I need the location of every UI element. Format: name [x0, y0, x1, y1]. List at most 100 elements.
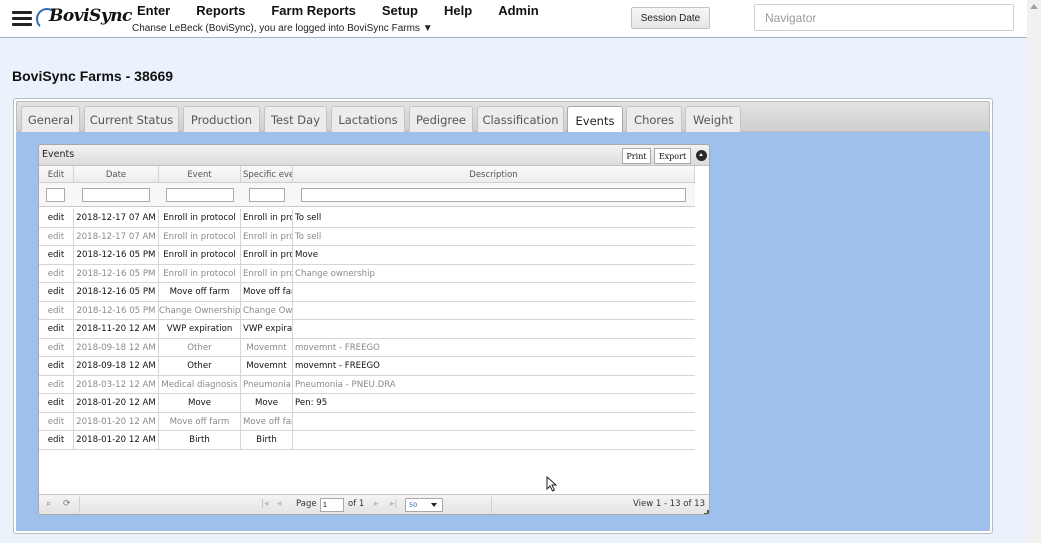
description-cell: Pneumonia - PNEU.DRA [295, 379, 396, 390]
table-row[interactable]: edit 2018-09-18 12 AM Other Movemnt movemnt … [39, 357, 695, 376]
event-type-cell: Move off farm [159, 283, 241, 301]
table-row[interactable]: edit 2018-11-20 12 AM VWP expiration VWP ex… [39, 320, 695, 339]
column-header-specific-event[interactable]: Specific eve [241, 166, 293, 183]
filter-date-input[interactable] [82, 188, 150, 202]
grid-title: Events [42, 149, 75, 160]
event-type-cell: VWP expiration [159, 320, 241, 338]
edit-link[interactable]: edit [39, 320, 74, 338]
table-row[interactable]: edit 2018-12-17 07 AM Enroll in protocol En… [39, 209, 695, 228]
main-menu: Enter Reports Farm Reports Setup Help Ad… [137, 3, 565, 18]
tab-lactations[interactable]: Lactations [331, 106, 405, 133]
page-number-input[interactable] [320, 498, 344, 512]
edit-link[interactable]: edit [39, 431, 74, 449]
login-info-dropdown[interactable]: Chanse LeBeck (BoviSync), you are logged… [132, 23, 433, 34]
event-type-cell: Change Ownership [159, 301, 241, 320]
column-header-date[interactable]: Date [74, 166, 159, 183]
edit-link[interactable]: edit [39, 338, 74, 357]
animal-tabs-container: General Current Status Production Test D… [13, 98, 993, 534]
view-records-text: View 1 - 13 of 13 [633, 499, 705, 509]
event-date-cell: 2018-09-18 12 AM [74, 338, 159, 357]
rows-per-page-select[interactable]: 50 [405, 498, 443, 512]
tab-events[interactable]: Events [567, 106, 623, 134]
resize-grip-icon[interactable] [704, 510, 709, 514]
edit-link[interactable]: edit [39, 301, 74, 320]
export-button[interactable]: Export [654, 148, 691, 164]
table-row[interactable]: edit 2018-01-20 12 AM Birth Birth [39, 431, 695, 450]
menu-help[interactable]: Help [444, 3, 472, 18]
edit-link[interactable]: edit [39, 357, 74, 375]
column-header-event[interactable]: Event [159, 166, 241, 183]
menu-farm-reports[interactable]: Farm Reports [271, 3, 356, 18]
filter-event-input[interactable] [166, 188, 234, 202]
table-row[interactable]: edit 2018-01-20 12 AM Move Move Pen: 95 [39, 394, 695, 413]
first-page-icon[interactable]: |◂ [261, 499, 269, 509]
hamburger-menu-icon[interactable] [12, 11, 32, 27]
table-row[interactable]: edit 2018-09-18 12 AM Other Movemnt movemnt … [39, 338, 695, 357]
description-cell: movemnt - FREEGO [295, 361, 380, 371]
navigator-input[interactable] [754, 4, 1014, 31]
column-header-description[interactable]: Description [293, 166, 695, 183]
rows-per-page-value: 50 [409, 501, 418, 509]
session-date-button[interactable]: Session Date [631, 7, 710, 29]
grid-filter-row [39, 183, 695, 207]
table-row[interactable]: edit 2018-12-17 07 AM Enroll in protocol En… [39, 227, 695, 246]
specific-event-cell: Change Own [241, 301, 293, 320]
tab-weight[interactable]: Weight [685, 106, 741, 133]
table-row[interactable]: edit 2018-12-16 05 PM Enroll in protocol En… [39, 264, 695, 283]
event-date-cell: 2018-12-16 05 PM [74, 246, 159, 264]
event-date-cell: 2018-12-16 05 PM [74, 283, 159, 301]
filter-edit-input[interactable] [46, 188, 65, 202]
last-page-icon[interactable]: ▸| [390, 499, 398, 509]
refresh-icon[interactable]: ⟳ [63, 499, 71, 509]
column-header-edit[interactable]: Edit [39, 166, 74, 183]
tab-pedigree[interactable]: Pedigree [409, 106, 473, 133]
collapse-grid-icon[interactable] [696, 150, 707, 161]
grid-header-row: Edit Date Event Specific eve Description [39, 166, 695, 183]
menu-admin[interactable]: Admin [498, 3, 538, 18]
edit-link[interactable]: edit [39, 227, 74, 246]
events-grid: Events Print Export Edit Date Event Spec… [38, 144, 710, 515]
page-title: BoviSync Farms - 38669 [12, 68, 174, 84]
table-row[interactable]: edit 2018-12-16 05 PM Move off farm Move of… [39, 283, 695, 302]
specific-event-cell: Move [241, 394, 293, 412]
specific-event-cell: Enroll in pro [241, 246, 293, 264]
scroll-up-arrow-icon[interactable] [1030, 4, 1038, 9]
events-tab-panel: Events Print Export Edit Date Event Spec… [16, 132, 990, 531]
bovisync-logo[interactable]: BoviSync [36, 6, 132, 32]
table-row[interactable]: edit 2018-03-12 12 AM Medical diagnosis Pne… [39, 375, 695, 394]
edit-link[interactable]: edit [39, 246, 74, 264]
menu-enter[interactable]: Enter [137, 3, 170, 18]
tab-current-status[interactable]: Current Status [84, 106, 179, 133]
next-page-icon[interactable]: ▸ [374, 499, 379, 509]
edit-link[interactable]: edit [39, 209, 74, 227]
tab-chores[interactable]: Chores [626, 106, 682, 133]
tab-classification[interactable]: Classification [477, 106, 564, 133]
edit-link[interactable]: edit [39, 412, 74, 431]
tab-general[interactable]: General [21, 106, 80, 133]
specific-event-cell: Move off far [241, 283, 293, 301]
chevron-down-icon [431, 503, 437, 507]
page-scrollbar[interactable] [1027, 0, 1041, 543]
prev-page-icon[interactable]: ◂ [277, 499, 282, 509]
description-cell: To sell [295, 213, 322, 223]
menu-reports[interactable]: Reports [196, 3, 245, 18]
tab-test-day[interactable]: Test Day [264, 106, 327, 133]
filter-description-input[interactable] [301, 188, 686, 202]
tab-production[interactable]: Production [183, 106, 260, 133]
specific-event-cell: Enroll in pro [241, 227, 293, 246]
menu-setup[interactable]: Setup [382, 3, 418, 18]
edit-link[interactable]: edit [39, 283, 74, 301]
event-date-cell: 2018-01-20 12 AM [74, 431, 159, 449]
edit-link[interactable]: edit [39, 375, 74, 394]
description-cell: Move [295, 250, 319, 260]
table-row[interactable]: edit 2018-12-16 05 PM Enroll in protocol En… [39, 246, 695, 265]
edit-link[interactable]: edit [39, 264, 74, 283]
logo-text: BoviSync [49, 6, 132, 26]
search-icon[interactable]: ⌕ [46, 499, 51, 509]
table-row[interactable]: edit 2018-01-20 12 AM Move off farm Move of… [39, 412, 695, 431]
edit-link[interactable]: edit [39, 394, 74, 412]
event-type-cell: Other [159, 357, 241, 375]
table-row[interactable]: edit 2018-12-16 05 PM Change Ownership Chan… [39, 301, 695, 320]
filter-specific-event-input[interactable] [249, 188, 285, 202]
print-button[interactable]: Print [622, 148, 651, 164]
